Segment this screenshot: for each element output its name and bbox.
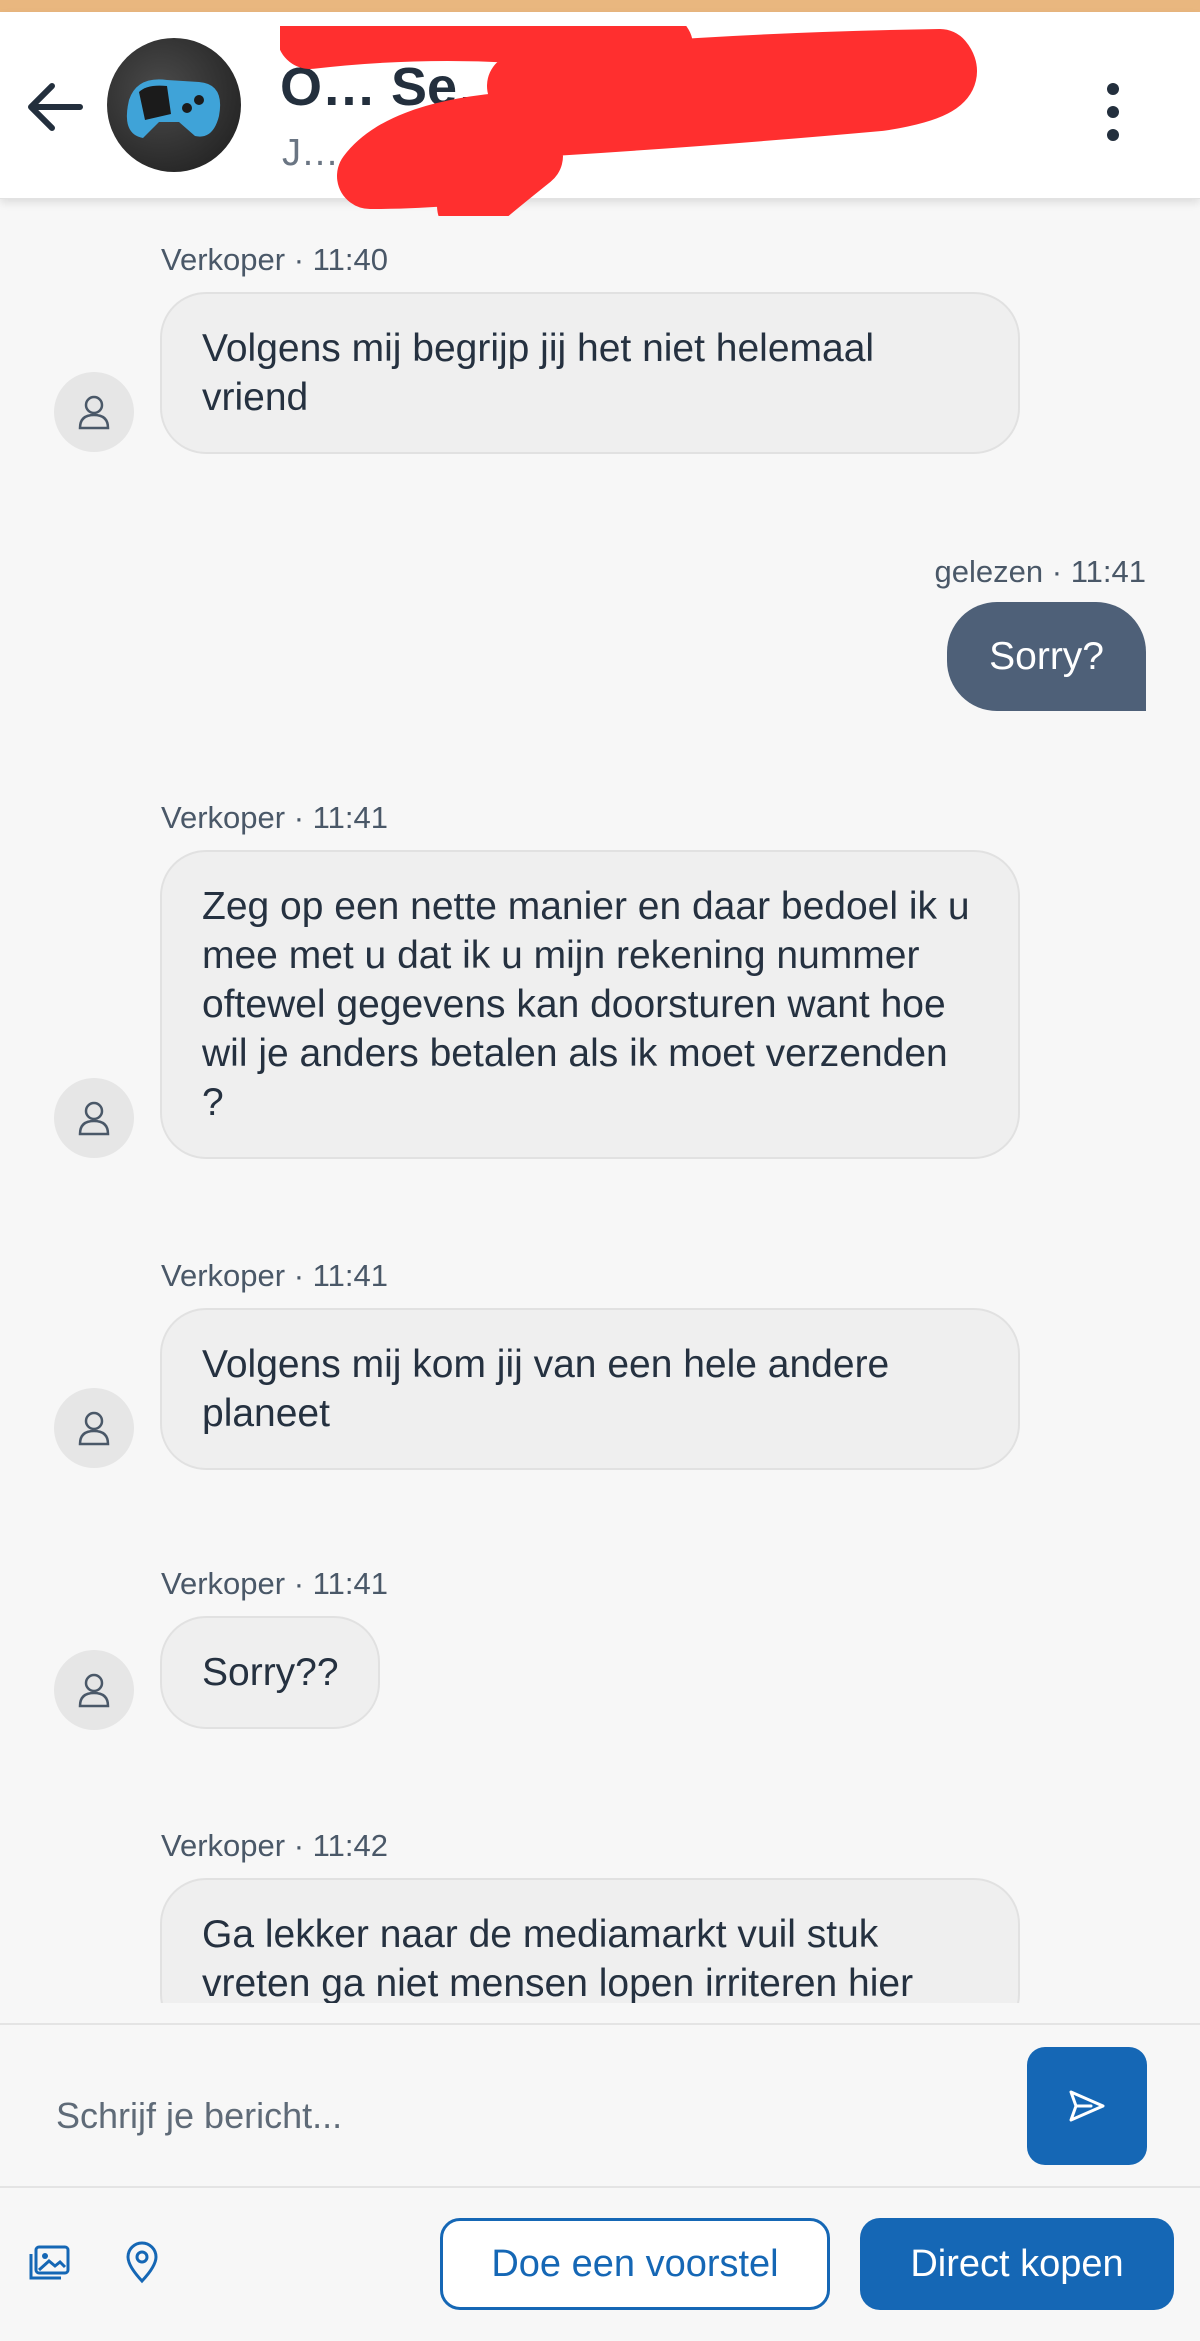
user-icon — [78, 395, 110, 430]
message-meta: Verkoper · 11:42 — [161, 1828, 388, 1863]
gallery-button[interactable] — [20, 2234, 80, 2294]
user-icon — [78, 1101, 110, 1136]
seller-name: J… …for — [282, 132, 432, 174]
message-list[interactable]: Verkoper · 11:40 Volgens mij begrijp jij… — [0, 198, 1200, 2003]
more-menu-button[interactable] — [1090, 72, 1136, 152]
message-meta: Verkoper · 11:41 — [161, 1258, 388, 1293]
incoming-message[interactable]: Zeg op een nette manier en daar bedoel i… — [160, 850, 1020, 1159]
send-button[interactable] — [1027, 2047, 1147, 2165]
message-meta: gelezen · 11:41 — [934, 554, 1146, 589]
top-accent-strip — [0, 0, 1200, 12]
message-input[interactable] — [54, 2085, 958, 2147]
seller-avatar — [54, 1388, 134, 1468]
back-button[interactable] — [20, 72, 90, 142]
buy-now-button[interactable]: Direct kopen — [860, 2218, 1174, 2310]
seller-avatar — [54, 1650, 134, 1730]
message-meta: Verkoper · 11:41 — [161, 1566, 388, 1601]
image-gallery-icon — [29, 2245, 70, 2280]
user-icon — [78, 1411, 110, 1446]
make-offer-button[interactable]: Doe een voorstel — [440, 2218, 830, 2310]
more-vertical-icon-dot — [1107, 129, 1119, 141]
more-vertical-icon-dot — [1107, 106, 1119, 118]
listing-avatar[interactable] — [107, 38, 241, 172]
listing-title[interactable]: O… Se… g… — [280, 56, 980, 118]
location-pin-icon — [126, 2241, 158, 2284]
more-vertical-icon-dot — [1107, 83, 1119, 95]
action-bar: Doe een voorstel Direct kopen — [0, 2186, 1200, 2341]
incoming-message[interactable]: Sorry?? — [160, 1616, 380, 1729]
message-composer — [0, 2023, 1200, 2190]
seller-avatar — [54, 372, 134, 452]
incoming-message[interactable]: Volgens mij begrijp jij het niet helemaa… — [160, 292, 1020, 454]
outgoing-message[interactable]: Sorry? — [947, 602, 1146, 711]
chat-header: O… Se… g… J… …for — [0, 12, 1200, 216]
message-meta: Verkoper · 11:41 — [161, 800, 388, 835]
incoming-message[interactable]: Ga lekker naar de mediamarkt vuil stuk v… — [160, 1878, 1020, 2003]
incoming-message[interactable]: Volgens mij kom jij van een hele andere … — [160, 1308, 1020, 1470]
arrow-left-icon — [28, 83, 83, 131]
game-controller-photo — [126, 79, 221, 138]
user-icon — [78, 1673, 110, 1708]
redaction-scribble — [280, 26, 977, 216]
seller-avatar — [54, 1078, 134, 1158]
location-button[interactable] — [112, 2232, 172, 2292]
send-icon — [1069, 2090, 1105, 2122]
message-meta: Verkoper · 11:40 — [161, 242, 388, 277]
